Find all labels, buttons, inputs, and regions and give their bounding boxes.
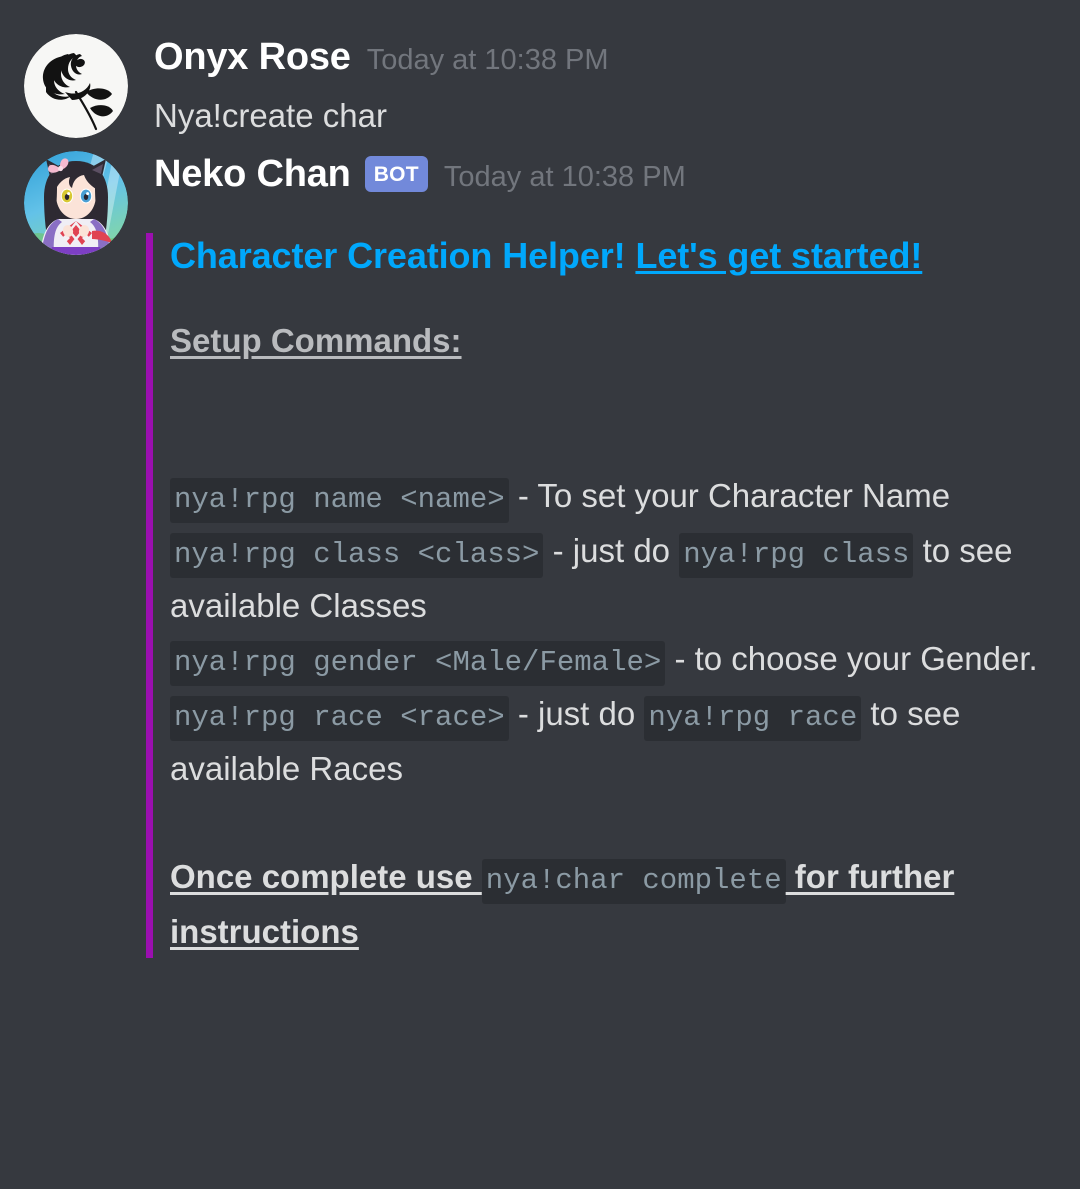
- message-body: Onyx Rose Today at 10:38 PM Nya!create c…: [154, 34, 1080, 139]
- code-rpg-class: nya!rpg class <class>: [170, 532, 544, 578]
- embed-subtitle: Setup Commands:: [170, 321, 462, 359]
- command-line-gender: nya!rpg gender <Male/Female> - to choose…: [170, 632, 1060, 687]
- avatar[interactable]: [24, 150, 128, 255]
- embed-description: nya!rpg name <name> - To set your Charac…: [170, 415, 1060, 958]
- message-author[interactable]: Neko Chan: [154, 155, 351, 193]
- command-line-class: nya!rpg class <class> - just do nya!rpg …: [170, 524, 1060, 632]
- embed-inner: Character Creation Helper! Let's get sta…: [146, 232, 1080, 958]
- command-desc-gender: - to choose your Gender.: [665, 640, 1038, 678]
- embed-title: Character Creation Helper! Let's get sta…: [170, 233, 1060, 278]
- black-rose-avatar[interactable]: [24, 34, 128, 138]
- code-rpg-gender: nya!rpg gender <Male/Female>: [170, 641, 666, 687]
- message-author[interactable]: Onyx Rose: [154, 38, 351, 76]
- message-user: Onyx Rose Today at 10:38 PM Nya!create c…: [0, 0, 1080, 139]
- command-desc-race-before: - just do: [508, 695, 645, 733]
- message-timestamp: Today at 10:38 PM: [443, 160, 686, 193]
- message-header: Neko Chan BOT Today at 10:38 PM: [154, 155, 1080, 197]
- footer-text-before: Once complete use: [170, 857, 482, 895]
- embed-title-plain: Character Creation Helper!: [170, 234, 636, 276]
- message-content: Nya!create char: [154, 97, 387, 134]
- message-header: Onyx Rose Today at 10:38 PM: [154, 38, 1080, 76]
- code-rpg-race: nya!rpg race <race>: [170, 696, 509, 742]
- code-rpg-name: nya!rpg name <name>: [170, 477, 509, 523]
- command-desc-name: - To set your Character Name: [508, 476, 951, 514]
- embed: Character Creation Helper! Let's get sta…: [146, 232, 1080, 958]
- bot-badge: BOT: [364, 155, 428, 192]
- command-line-race: nya!rpg race <race> - just do nya!rpg ra…: [170, 687, 1060, 795]
- message-bot: Neko Chan BOT Today at 10:38 PM Characte…: [0, 139, 1080, 958]
- code-char-complete: nya!char complete: [481, 858, 786, 904]
- code-rpg-class-short: nya!rpg class: [679, 532, 914, 578]
- embed-color-bar: [146, 232, 153, 958]
- embed-title-link[interactable]: Let's get started!: [635, 235, 922, 276]
- embed-footer-note: Once complete use nya!char complete for …: [170, 850, 1060, 958]
- command-line-name: nya!rpg name <name> - To set your Charac…: [170, 469, 1060, 524]
- discord-chat-view: Onyx Rose Today at 10:38 PM Nya!create c…: [0, 0, 1080, 1189]
- embed-content: Character Creation Helper! Let's get sta…: [170, 233, 1080, 958]
- message-timestamp: Today at 10:38 PM: [366, 44, 609, 76]
- neko-chan-avatar[interactable]: [24, 150, 128, 255]
- message-body: Neko Chan BOT Today at 10:38 PM Characte…: [146, 151, 1080, 958]
- avatar[interactable]: [24, 34, 128, 138]
- code-rpg-race-short: nya!rpg race: [644, 696, 862, 742]
- command-desc-class-before: - just do: [543, 531, 680, 569]
